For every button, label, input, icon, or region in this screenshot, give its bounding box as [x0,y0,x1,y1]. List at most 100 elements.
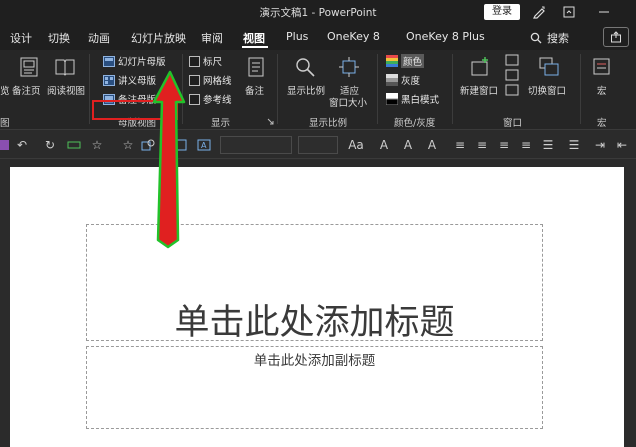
tab-review[interactable]: 审阅 [201,30,223,46]
change-case-icon[interactable]: Aa [346,137,366,153]
gridlines-checkbox[interactable]: 网格线 [189,73,232,87]
slide-master-label: 幻灯片母版 [118,57,166,68]
show-group-label: 显示 [211,118,231,129]
numbering-icon[interactable]: ☰ [566,137,582,153]
handout-master-label: 讲义母版 [118,76,157,87]
notes-page-label[interactable]: 备注页 [12,83,41,97]
grayscale-button[interactable]: 灰度 [386,73,420,87]
group-separator [277,54,278,124]
font-decrease-icon[interactable]: A [400,137,416,153]
ruler-label: 标尺 [203,57,223,68]
textbox-icon[interactable]: A [196,137,212,153]
grayscale-label: 灰度 [401,76,421,87]
align-right-icon[interactable]: ≡ [496,137,512,153]
title-placeholder[interactable]: 单击此处添加标题 [86,224,543,343]
ribbon-view: 览 备注页 阅读视图 图 幻灯片母版 讲义母版 备注母版 母版视图 标尺 网格线… [0,50,636,130]
font-name-dropdown[interactable] [220,136,292,154]
gridlines-label: 网格线 [203,76,232,87]
tab-design[interactable]: 设计 [10,30,32,46]
tab-search[interactable]: 搜索 [530,30,569,46]
tab-plus[interactable]: Plus [286,30,308,43]
share-button[interactable] [603,27,629,47]
slide-master-icon [103,55,115,67]
active-tab-indicator [242,46,268,48]
group-separator [182,54,183,124]
macros-group-label: 宏 [597,118,607,129]
minimize-icon[interactable] [596,4,612,20]
dialog-launcher-icon[interactable] [267,118,274,125]
guides-label: 参考线 [203,95,232,106]
new-window-icon[interactable] [469,56,491,78]
handout-master-button[interactable]: 讲义母版 [103,73,156,87]
ruler-checkbox-box[interactable] [189,55,200,67]
align-center-icon[interactable]: ≡ [474,137,490,153]
picture-icon[interactable] [172,137,188,153]
tab-onekey8-plus[interactable]: OneKey 8 Plus [406,30,485,43]
switch-window-label[interactable]: 切换窗口 [528,83,566,97]
guides-checkbox-box[interactable] [189,93,200,105]
star-icon[interactable]: ☆ [89,137,105,153]
guides-checkbox[interactable]: 参考线 [189,92,232,106]
slide-master-button[interactable]: 幻灯片母版 [103,54,166,68]
macros-label[interactable]: 宏 [597,83,607,97]
slide-master-highlight [92,100,178,120]
switch-window-icon[interactable] [538,56,560,78]
title-bar: 演示文稿1 - PowerPoint 登录 [0,0,636,24]
outdent-icon[interactable]: ⇤ [614,137,630,153]
zoom-group-label: 显示比例 [309,118,348,129]
zoom-label[interactable]: 显示比例 [287,83,325,97]
group-separator [89,54,90,124]
justify-icon[interactable]: ≡ [518,137,534,153]
slide-canvas: 单击此处添加标题 单击此处添加副标题 [0,159,636,447]
ruler-toggle-icon[interactable] [66,137,82,153]
ribbon-tabs: 设计 切换 动画 幻灯片放映 审阅 视图 Plus OneKey 8 OneKe… [0,24,636,50]
font-color-icon[interactable]: A [424,137,440,153]
normal-view-label[interactable]: 览 [0,83,10,97]
font-size-dropdown[interactable] [298,136,338,154]
pen-icon[interactable] [531,4,547,20]
gridlines-checkbox-box[interactable] [189,74,200,86]
tab-transitions[interactable]: 切换 [48,30,70,46]
notes-page-icon[interactable] [18,56,40,78]
fit-to-window-icon[interactable] [338,56,360,78]
black-white-label: 黑白模式 [401,95,440,106]
reading-view-label[interactable]: 阅读视图 [47,83,85,97]
shapes-icon[interactable] [140,137,156,153]
black-white-button[interactable]: 黑白模式 [386,92,439,106]
font-increase-icon[interactable]: A [376,137,392,153]
ribbon-display-icon[interactable] [561,4,577,20]
favorite-icon[interactable]: ☆ [120,137,136,153]
color-button[interactable]: 颜色 [386,54,425,68]
save-icon[interactable] [0,137,12,153]
redo-icon[interactable]: ↻ [42,137,58,153]
indent-icon[interactable]: ⇥ [592,137,608,153]
new-window-label[interactable]: 新建窗口 [460,83,498,97]
views-group-label: 图 [0,118,10,129]
macros-icon[interactable] [591,56,613,78]
subtitle-placeholder-text: 单击此处添加副标题 [253,353,376,369]
color-label: 颜色 [401,54,425,68]
ruler-checkbox[interactable]: 标尺 [189,54,222,68]
group-separator [452,54,453,124]
black-white-icon [386,93,398,105]
slide[interactable]: 单击此处添加标题 单击此处添加副标题 [10,167,624,447]
notes-label[interactable]: 备注 [245,83,264,97]
login-button[interactable]: 登录 [484,4,520,20]
bullets-icon[interactable]: ☰ [540,137,556,153]
notes-icon[interactable] [245,56,267,78]
reading-view-icon[interactable] [54,56,76,78]
search-icon [530,32,542,44]
tab-slideshow[interactable]: 幻灯片放映 [131,30,186,46]
handout-master-icon [103,74,115,86]
arrange-window-icons[interactable] [505,54,519,98]
tab-animations[interactable]: 动画 [88,30,110,46]
tab-view[interactable]: 视图 [243,30,265,46]
align-left-icon[interactable]: ≡ [452,137,468,153]
fit-label-line2[interactable]: 窗口大小 [329,95,367,109]
subtitle-placeholder[interactable]: 单击此处添加副标题 [86,346,543,429]
tab-onekey8[interactable]: OneKey 8 [327,30,380,43]
zoom-icon[interactable] [294,56,316,78]
undo-icon[interactable]: ↶ [14,137,30,153]
color-group-label: 颜色/灰度 [394,118,436,129]
share-icon [611,31,621,43]
